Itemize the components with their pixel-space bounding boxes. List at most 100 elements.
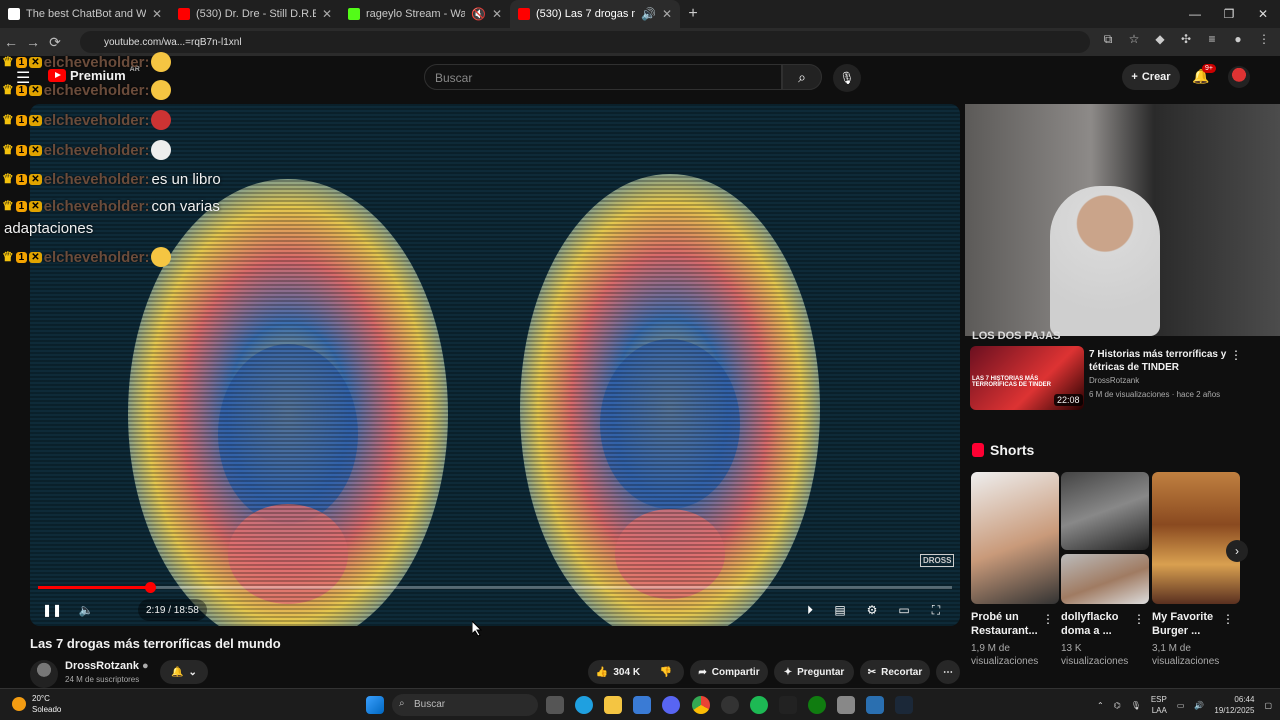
time-display: 2:19 / 18:58 (138, 599, 207, 621)
new-tab-button[interactable]: + (680, 5, 706, 23)
audio-tab-icon[interactable]: 🔊 (641, 7, 656, 21)
puzzle-icon[interactable]: ✣ (1178, 32, 1194, 48)
recommended-channel[interactable]: DrossRotzank (1089, 376, 1139, 385)
back-icon[interactable]: ← (0, 34, 22, 50)
close-window-icon[interactable]: ✕ (1246, 0, 1280, 28)
display-icon[interactable]: ▭ (1177, 701, 1185, 710)
edge-icon[interactable] (575, 696, 593, 714)
ask-button[interactable]: ✦ Preguntar (774, 660, 854, 684)
install-app-icon[interactable]: ⧉ (1100, 32, 1116, 48)
obs-icon[interactable] (721, 696, 739, 714)
clock-date: 19/12/2025 (1214, 706, 1255, 715)
more-options-icon[interactable]: ⋮ (1133, 612, 1145, 626)
more-options-icon[interactable]: ⋮ (1042, 612, 1054, 626)
channel-avatar[interactable] (30, 660, 58, 688)
reload-icon[interactable]: ⟳ (44, 34, 66, 51)
tab-drogas[interactable]: (530) Las 7 drogas más terr 🔊 ✕ (510, 0, 680, 28)
subscription-bell-button[interactable]: 🔔 ⌄ (160, 660, 208, 684)
gift-badge-icon: ✕ (29, 200, 42, 212)
profile-icon[interactable]: ● (1230, 32, 1246, 48)
more-actions-button[interactable]: ⋯ (936, 660, 960, 684)
app-icon[interactable] (866, 696, 884, 714)
tab-kick-stream[interactable]: rageylo Stream - Watch Liv 🔇 ✕ (340, 0, 510, 28)
youtube-favicon (518, 8, 530, 20)
clip-button[interactable]: ✂ Recortar (860, 660, 930, 684)
language-indicator[interactable]: ESP LAA (1151, 694, 1167, 716)
taskbar-search[interactable]: ⌕ Buscar (392, 694, 538, 716)
media-control-icon[interactable]: ≡ (1204, 32, 1220, 48)
channel-watermark[interactable]: DROSS (920, 554, 955, 567)
short-title[interactable]: Probé un Restaurant... (971, 610, 1043, 638)
notification-badge: 9+ (1202, 64, 1216, 73)
more-menu-icon[interactable]: ⋮ (1256, 32, 1272, 48)
voice-search-button[interactable]: 🎙 (833, 64, 861, 92)
volume-button[interactable]: 🔈 (74, 598, 98, 622)
epic-games-icon[interactable] (779, 696, 797, 714)
close-tab-icon[interactable]: ✕ (662, 7, 672, 21)
short-title[interactable]: dollyflacko doma a ... (1061, 610, 1133, 638)
share-button[interactable]: ➦ Compartir (690, 660, 768, 684)
progress-scrubber[interactable] (144, 582, 156, 593)
channel-name[interactable]: DrossRotzank ● (65, 660, 149, 672)
settings-icon[interactable] (837, 696, 855, 714)
search-button[interactable]: ⌕ (782, 64, 822, 90)
windows-start-icon[interactable] (366, 696, 384, 714)
short-thumbnail-lower[interactable] (1061, 554, 1149, 604)
shorts-next-button[interactable]: › (1226, 540, 1248, 562)
bookmark-star-icon[interactable]: ☆ (1126, 32, 1142, 48)
close-tab-icon[interactable]: ✕ (492, 7, 502, 21)
theater-mode-button[interactable]: ▭ (892, 598, 916, 622)
url-field[interactable]: youtube.com/wa...=rqB7n-l1xnl (80, 31, 1090, 53)
autoplay-toggle[interactable]: ⏵ (798, 598, 822, 622)
dislike-button[interactable]: 👎 (648, 660, 684, 684)
short-thumbnail[interactable] (971, 472, 1059, 604)
extension-icon[interactable]: ◆ (1152, 32, 1168, 48)
subtitles-button[interactable]: ▤ (828, 598, 852, 622)
more-options-icon[interactable]: ⋮ (1222, 612, 1234, 626)
recommended-title[interactable]: 7 Historias más terroríficas y tétricas … (1089, 348, 1249, 374)
recommended-video[interactable]: LAS 7 HISTORIAS MÁS TERRORÍFICAS DE TIND… (970, 346, 1270, 410)
create-button[interactable]: + Crear (1122, 64, 1180, 90)
pause-button[interactable]: ❚❚ (42, 598, 62, 622)
browser-tabbar: The best ChatBot and Widgets ✕ (530) Dr. … (0, 0, 1280, 28)
fullscreen-button[interactable]: ⛶ (924, 598, 948, 622)
close-tab-icon[interactable]: ✕ (152, 7, 162, 21)
close-tab-icon[interactable]: ✕ (322, 7, 332, 21)
short-thumbnail[interactable] (1152, 472, 1240, 604)
settings-button[interactable]: ⚙ (860, 598, 884, 622)
progress-bar[interactable] (38, 582, 952, 593)
account-avatar[interactable] (1228, 66, 1250, 88)
discord-icon[interactable] (662, 696, 680, 714)
mute-tab-icon[interactable]: 🔇 (471, 7, 486, 21)
mic-icon[interactable]: 🎙 (1131, 701, 1141, 710)
shorts-icon (972, 443, 984, 457)
short-title[interactable]: My Favorite Burger ... (1152, 610, 1224, 638)
task-view-icon[interactable] (546, 696, 564, 714)
weather-widget[interactable]: 20°C Soleado (12, 693, 61, 715)
tab-chatbot[interactable]: The best ChatBot and Widgets ✕ (0, 0, 170, 28)
chrome-icon[interactable] (692, 696, 710, 714)
more-options-icon[interactable]: ⋮ (1230, 348, 1242, 362)
xbox-icon[interactable] (808, 696, 826, 714)
minimize-icon[interactable]: — (1178, 0, 1212, 28)
notification-icon[interactable]: ▢ (1264, 701, 1272, 710)
short-thumbnail[interactable] (1061, 472, 1149, 550)
chat-line: ♛ 1 ✕ elcheveholder: (2, 50, 172, 74)
short-views: 13 K visualizaciones (1061, 643, 1129, 667)
network-icon[interactable]: ⌬ (1114, 701, 1121, 710)
tab-dr-dre[interactable]: (530) Dr. Dre - Still D.R.E. ft. Sno ✕ (170, 0, 340, 28)
file-explorer-icon[interactable] (604, 696, 622, 714)
crown-badge-icon: ♛ (2, 198, 14, 213)
search-input[interactable]: Buscar (424, 64, 782, 90)
tray-chevron-icon[interactable]: ⌃ (1097, 701, 1104, 710)
clock[interactable]: 06:44 19/12/2025 (1214, 694, 1254, 716)
speaker-icon[interactable]: 🔊 (1194, 701, 1204, 710)
like-button[interactable]: 👍 304 K (588, 660, 648, 684)
store-icon[interactable] (633, 696, 651, 714)
steam-icon[interactable] (895, 696, 913, 714)
chat-line: ♛ 1 ✕ elcheveholder: (2, 78, 172, 102)
crown-badge-icon: ♛ (2, 112, 14, 127)
forward-icon[interactable]: → (22, 34, 44, 50)
spotify-icon[interactable] (750, 696, 768, 714)
restore-icon[interactable]: ❐ (1212, 0, 1246, 28)
